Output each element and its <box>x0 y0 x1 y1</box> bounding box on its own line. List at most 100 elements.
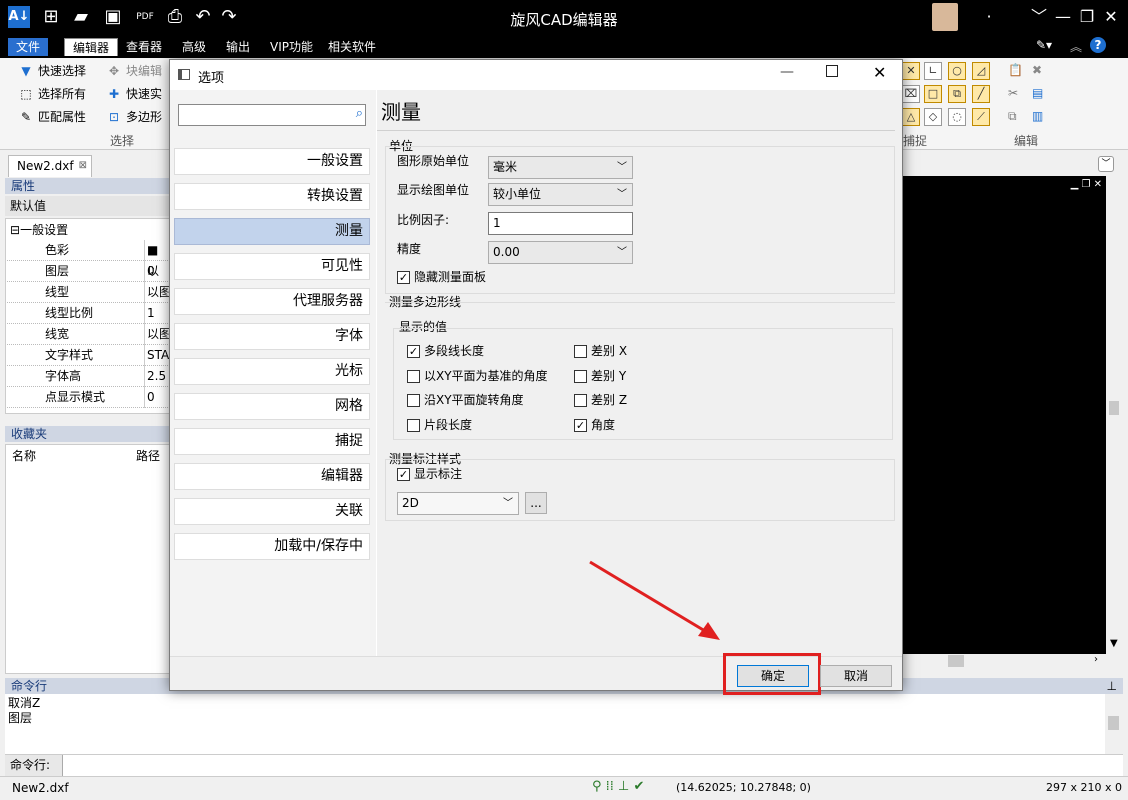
segment-length-checkbox[interactable]: 片段长度 <box>407 418 472 433</box>
nav-item[interactable]: 网格 <box>174 393 370 420</box>
ok-button[interactable]: 确定 <box>737 665 809 687</box>
property-row[interactable]: 字体高 2.5 <box>7 366 170 387</box>
nav-item[interactable]: 可见性 <box>174 253 370 280</box>
dim-mode-select[interactable]: 2D ﹀ <box>397 492 519 515</box>
property-row[interactable]: 线宽 以图 <box>7 324 171 345</box>
snap-double-square-icon[interactable]: ⧉ <box>948 85 966 103</box>
avatar[interactable] <box>932 3 958 31</box>
xy-rotate-checkbox[interactable]: 沿XY平面旋转角度 <box>407 393 524 408</box>
menu-editor[interactable]: 编辑器 <box>64 38 119 56</box>
select-all-button[interactable]: ⬚ 选择所有 <box>16 84 86 104</box>
cancel-button[interactable]: 取消 <box>820 665 892 687</box>
quick-solid-button[interactable]: ✚ 快速实 <box>104 84 162 104</box>
search-icon[interactable]: ⌕ <box>356 106 363 121</box>
property-row[interactable]: 文字样式 STAN <box>7 345 178 366</box>
snap-perpendicular-icon[interactable]: ∟ <box>924 62 942 80</box>
command-scrollbar[interactable] <box>1105 694 1123 754</box>
paste-special-icon[interactable]: ▤ <box>1032 86 1043 100</box>
nav-item[interactable]: 编辑器 <box>174 463 370 490</box>
copy-special-icon[interactable]: ▥ <box>1032 109 1043 123</box>
hide-panel-checkbox[interactable]: ✓ 隐藏测量面板 <box>397 270 486 285</box>
diff-x-checkbox[interactable]: 差别 X <box>574 344 627 359</box>
horizontal-scrollbar[interactable]: › <box>902 654 1107 668</box>
property-group[interactable]: ⊟一般设置 <box>10 221 68 238</box>
menu-output[interactable]: 输出 <box>218 38 258 56</box>
canvas-window-controls-icon[interactable]: ▁ ❐ ✕ <box>1071 179 1102 190</box>
nav-item[interactable]: 光标 <box>174 358 370 385</box>
precision-select[interactable]: 0.00 ﹀ <box>488 241 633 264</box>
chevron-down-icon[interactable]: ﹀ <box>1028 6 1050 28</box>
snap-circle-icon[interactable]: ○ <box>948 62 966 80</box>
status-snap-icons[interactable]: ⚲ ⁞⁞ ⊥ ✔ <box>592 779 644 794</box>
vertical-scrollbar[interactable]: ▼ <box>1106 176 1122 654</box>
close-icon[interactable]: ✕ <box>1100 6 1122 28</box>
command-scroll-thumb[interactable] <box>1108 716 1119 730</box>
snap-square-icon[interactable]: □ <box>924 85 942 103</box>
diff-z-checkbox[interactable]: 差别 Z <box>574 393 627 408</box>
scroll-right-icon[interactable]: › <box>1094 654 1098 665</box>
doc-tab[interactable]: New2.dxf ⊠ <box>8 155 92 177</box>
command-input[interactable] <box>65 755 1115 776</box>
nav-item[interactable]: 一般设置 <box>174 148 370 175</box>
menu-vip[interactable]: VIP功能 <box>262 38 321 56</box>
xy-angle-checkbox[interactable]: 以XY平面为基准的角度 <box>407 369 548 384</box>
property-row[interactable]: 点显示模式 0 <box>7 387 170 408</box>
delete-icon[interactable]: ✖ <box>1032 63 1042 77</box>
drawing-unit-select[interactable]: 毫米 ﹀ <box>488 156 633 179</box>
show-dim-checkbox[interactable]: ✓ 显示标注 <box>397 467 462 482</box>
menu-advanced[interactable]: 高级 <box>174 38 214 56</box>
nav-item[interactable]: 转换设置 <box>174 183 370 210</box>
settings-search-input[interactable]: ⌕ <box>178 104 366 126</box>
minimize-icon[interactable]: — <box>1052 6 1074 28</box>
diff-y-checkbox[interactable]: 差别 Y <box>574 369 626 384</box>
snap-cross-icon[interactable]: ⌧ <box>902 85 920 103</box>
nav-item[interactable]: 测量 <box>174 218 370 245</box>
brush-icon[interactable]: ✎▾ <box>1036 38 1052 52</box>
snap-triangle-icon[interactable]: △ <box>902 108 920 126</box>
display-unit-select[interactable]: 较小单位 ﹀ <box>488 183 633 206</box>
property-row[interactable]: 线型 以图 <box>7 282 171 303</box>
dialog-close-icon[interactable]: ✕ <box>873 63 886 82</box>
polyline-button[interactable]: ⊡ 多边形 <box>104 107 162 127</box>
tab-list-icon[interactable]: ﹀ <box>1098 156 1114 172</box>
dim-more-button[interactable]: ... <box>525 492 547 514</box>
poly-length-checkbox[interactable]: ✓ 多段线长度 <box>407 344 484 359</box>
help-icon[interactable]: ? <box>1090 37 1106 53</box>
restore-icon[interactable]: ❐ <box>1076 6 1098 28</box>
snap-tangent-icon[interactable]: ◿ <box>972 62 990 80</box>
dialog-minimize-icon[interactable]: — <box>780 64 794 80</box>
snap-arc-icon[interactable]: ◌ <box>948 108 966 126</box>
nav-item[interactable]: 加载中/保存中 <box>174 533 370 560</box>
match-props-button[interactable]: ✎ 匹配属性 <box>16 107 86 127</box>
nav-item[interactable]: 捕捉 <box>174 428 370 455</box>
nav-item[interactable]: 代理服务器 <box>174 288 370 315</box>
paste-icon[interactable]: 📋 <box>1008 63 1023 77</box>
tab-close-icon[interactable]: ⊠ <box>79 156 87 176</box>
scroll-thumb[interactable] <box>1109 401 1119 415</box>
menu-related[interactable]: 相关软件 <box>320 38 384 56</box>
angle-checkbox[interactable]: ✓ 角度 <box>574 418 615 433</box>
quick-select-button[interactable]: ▼ 快速选择 <box>16 61 86 81</box>
hscroll-thumb[interactable] <box>948 655 964 667</box>
snap-line-icon[interactable]: ╱ <box>972 85 990 103</box>
dialog-maximize-icon[interactable] <box>826 65 838 77</box>
scroll-down-icon[interactable]: ▼ <box>1110 638 1118 649</box>
copy-icon[interactable]: ⧉ <box>1008 109 1017 124</box>
pin-icon[interactable]: ⊥ <box>1107 678 1117 694</box>
property-row[interactable]: 图层 0 <box>7 261 170 282</box>
collapse-icon[interactable]: ︽ <box>1070 38 1082 55</box>
snap-intersection-icon[interactable]: ✕ <box>902 62 920 80</box>
nav-item[interactable]: 字体 <box>174 323 370 350</box>
nav-item[interactable]: 关联 <box>174 498 370 525</box>
snap-diamond-icon[interactable]: ◇ <box>924 108 942 126</box>
drawing-canvas[interactable]: ▁ ❐ ✕ <box>902 176 1107 654</box>
block-edit-button[interactable]: ✥ 块编辑 <box>104 61 162 81</box>
snap-nearest-icon[interactable]: ⟋ <box>972 108 990 126</box>
menu-viewer[interactable]: 查看器 <box>118 38 170 56</box>
menu-file[interactable]: 文件 <box>8 38 49 56</box>
cut-icon[interactable]: ✂ <box>1008 86 1018 100</box>
property-row[interactable]: 色彩 ■ 以 <box>7 240 170 278</box>
block-icon: ✥ <box>108 64 120 78</box>
scale-input[interactable]: 1 <box>488 212 633 235</box>
property-row[interactable]: 线型比例 1 <box>7 303 170 324</box>
